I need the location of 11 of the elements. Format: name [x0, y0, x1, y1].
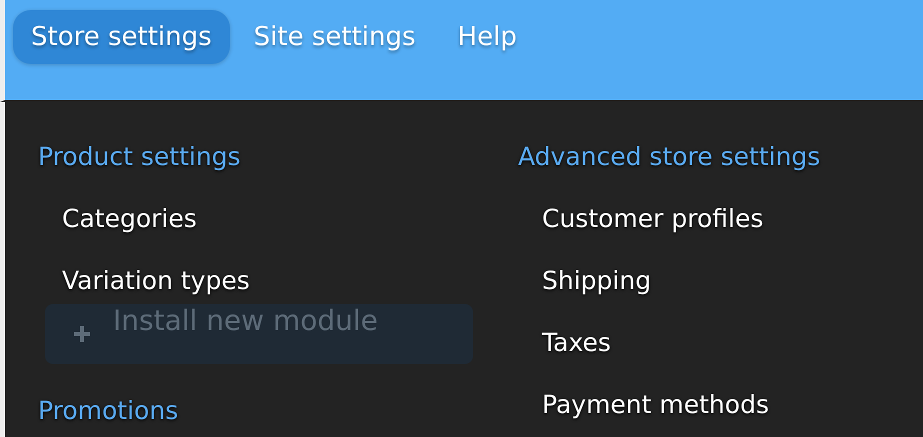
menu-item[interactable]: Taxes — [542, 326, 611, 360]
menu-item[interactable]: Categories — [62, 202, 197, 236]
plus-icon — [73, 325, 91, 343]
menu-item[interactable]: Customer profiles — [542, 202, 764, 236]
menu-section-heading: Product settings — [38, 141, 241, 173]
menu-item[interactable]: Variation types — [62, 264, 250, 298]
menu-section-heading: Advanced store settings — [518, 141, 820, 173]
menu-item[interactable]: Shipping — [542, 264, 652, 298]
menu-section-heading: Promotions — [38, 395, 178, 427]
menu-item[interactable]: Payment methods — [542, 388, 769, 422]
menu-tab[interactable]: Store settings — [13, 10, 230, 64]
